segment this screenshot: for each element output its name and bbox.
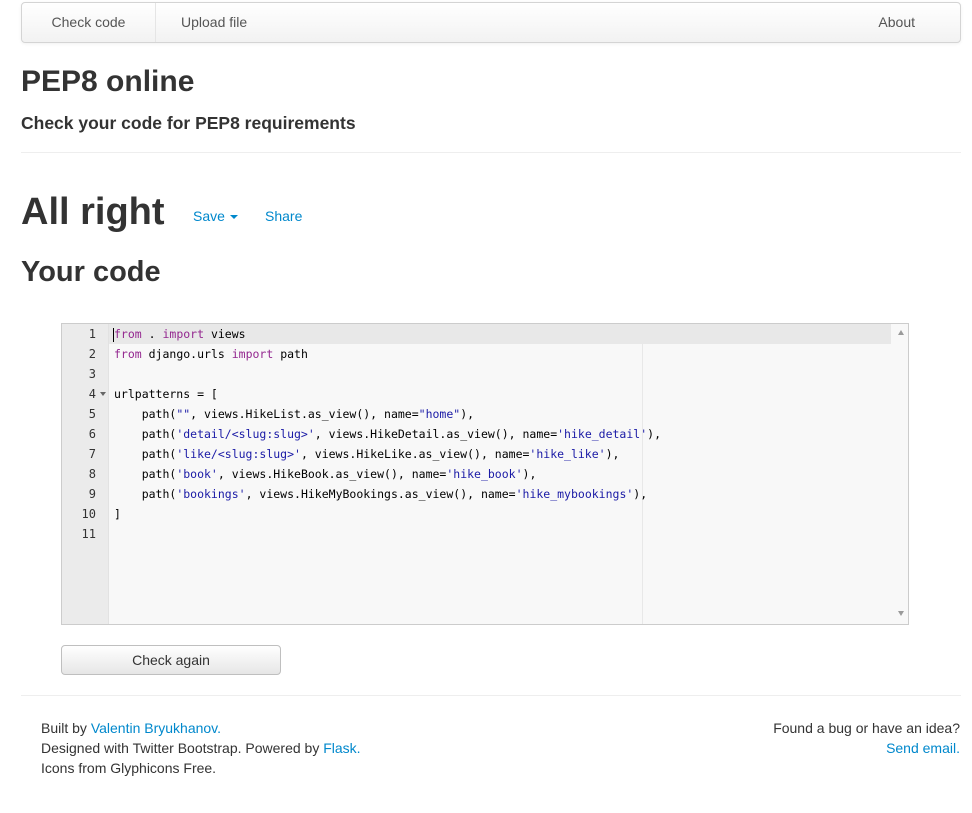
share-link[interactable]: Share [265, 207, 302, 225]
line-number: 5 [88, 407, 96, 421]
code-line: from django.urls import path [114, 344, 661, 364]
code-string: 'like/<slug:slug>' [176, 447, 301, 461]
code-text: path( [114, 447, 177, 461]
code-line: path('bookings', views.HikeMyBookings.as… [114, 484, 661, 504]
code-text: path( [114, 467, 177, 481]
code-text: , views.HikeLike.as_view(), name= [300, 447, 530, 461]
page-title: PEP8 online [21, 65, 195, 98]
code-text: path( [114, 407, 177, 421]
footer-credits: Built by Valentin Bryukhanov. Designed w… [41, 718, 361, 778]
header-divider [21, 152, 961, 153]
bug-text: Found a bug or have an idea? [773, 720, 960, 736]
code-text: . [141, 327, 163, 341]
your-code-heading: Your code [21, 256, 161, 288]
code-string: "" [176, 407, 191, 421]
footer-icons-credit: Icons from Glyphicons Free. [41, 760, 217, 776]
caret-down-icon [229, 215, 238, 220]
code-text: ), [522, 467, 537, 481]
code-line: ] [114, 504, 661, 524]
line-number: 10 [81, 507, 96, 521]
code-text: , views.HikeBook.as_view(), name= [217, 467, 447, 481]
footer-designed: Designed with Twitter Bootstrap. Powered… [41, 738, 361, 758]
check-again-button[interactable]: Check again [61, 645, 281, 675]
scroll-up-arrow-icon[interactable] [898, 330, 904, 335]
navbar: Check code Upload file About [21, 2, 961, 43]
code-text: urlpatterns = [ [114, 387, 218, 401]
code-line: urlpatterns = [ [114, 384, 661, 404]
nav-upload-file[interactable]: Upload file [181, 3, 247, 42]
nav-check-code[interactable]: Check code [22, 3, 156, 42]
code-text: , views.HikeMyBookings.as_view(), name= [245, 487, 516, 501]
footer-built-by: Built by Valentin Bryukhanov. [41, 718, 361, 738]
line-number: 1 [88, 327, 96, 341]
code-keyword: import [231, 347, 274, 361]
designed-text: Designed with Twitter Bootstrap. Powered… [41, 740, 324, 756]
code-text: ), [605, 447, 620, 461]
footer-contact: Found a bug or have an idea? Send email. [773, 718, 960, 758]
line-number: 4 [62, 384, 109, 404]
code-string: 'detail/<slug:slug>' [176, 427, 315, 441]
line-number: 11 [81, 527, 96, 541]
flask-link[interactable]: Flask. [323, 740, 360, 756]
code-string: 'book' [176, 467, 218, 481]
code-text: django.urls [141, 347, 232, 361]
code-text: path( [114, 487, 177, 501]
code-line: path('detail/<slug:slug>', views.HikeDet… [114, 424, 661, 444]
code-line: path('book', views.HikeBook.as_view(), n… [114, 464, 661, 484]
line-number: 3 [88, 367, 96, 381]
code-string: "home" [418, 407, 461, 421]
scroll-down-arrow-icon[interactable] [898, 611, 904, 616]
code-keyword: from [114, 327, 142, 341]
code-string: 'hike_detail' [557, 427, 648, 441]
footer-divider [21, 695, 961, 696]
line-number: 2 [88, 347, 96, 361]
code-string: 'bookings' [176, 487, 246, 501]
code-text: views [204, 327, 246, 341]
nav-about[interactable]: About [878, 3, 915, 42]
code-text: , views.HikeList.as_view(), name= [190, 407, 419, 421]
code-text: ), [633, 487, 648, 501]
line-numbers: 1 2 3 4 5 6 7 8 9 10 11 [62, 324, 109, 544]
page-subtitle: Check your code for PEP8 requirements [21, 113, 356, 133]
line-number: 7 [88, 447, 96, 461]
code-text: ), [460, 407, 475, 421]
result-status-heading: All right [21, 191, 165, 233]
code-text: path [273, 347, 308, 361]
code-editor[interactable]: 1 2 3 4 5 6 7 8 9 10 11 from . import views from dj… [61, 323, 909, 625]
built-by-text: Built by [41, 720, 91, 736]
fold-arrow-icon[interactable] [100, 392, 106, 396]
code-line: from . import views [113, 324, 661, 344]
code-text: ] [114, 507, 121, 521]
save-dropdown[interactable]: Save [193, 207, 238, 225]
author-link[interactable]: Valentin Bryukhanov. [91, 720, 221, 736]
code-keyword: from [114, 347, 142, 361]
code-string: 'hike_like' [529, 447, 606, 461]
code-text: , views.HikeDetail.as_view(), name= [314, 427, 558, 441]
code-line: path("", views.HikeList.as_view(), name=… [114, 404, 661, 424]
code-string: 'hike_mybookings' [515, 487, 634, 501]
line-number: 8 [88, 467, 96, 481]
line-number: 6 [88, 427, 96, 441]
code-keyword: import [162, 327, 205, 341]
save-label: Save [193, 208, 225, 224]
code-text: path( [114, 427, 177, 441]
send-email-link[interactable]: Send email. [886, 740, 960, 756]
line-number: 9 [88, 487, 96, 501]
code-string: 'hike_book' [446, 467, 523, 481]
code-text: ), [647, 427, 661, 441]
code-line: path('like/<slug:slug>', views.HikeLike.… [114, 444, 661, 464]
code-lines[interactable]: from . import views from django.urls impo… [113, 324, 661, 544]
